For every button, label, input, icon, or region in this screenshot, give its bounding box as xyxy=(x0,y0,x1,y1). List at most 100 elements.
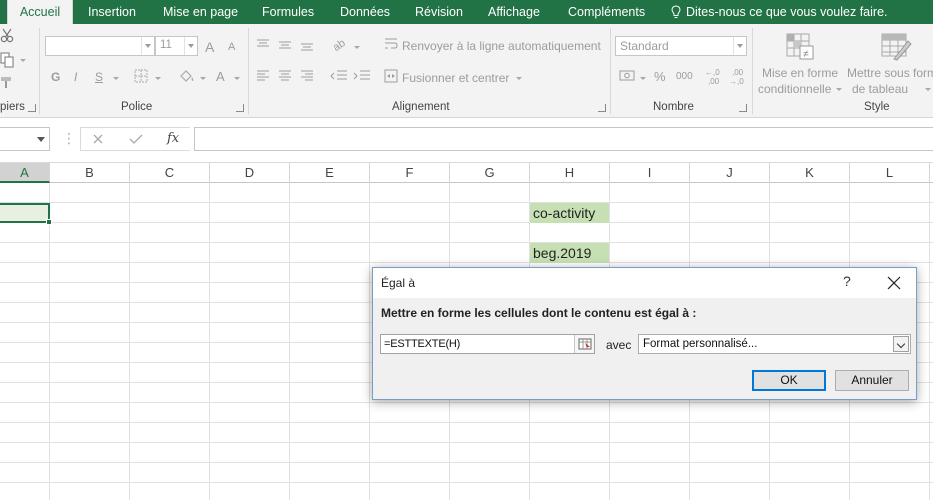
font-color-dropdown-icon[interactable] xyxy=(234,77,240,80)
wrap-text-icon[interactable] xyxy=(384,37,398,51)
fill-color-icon[interactable] xyxy=(178,68,196,84)
tab-complements[interactable]: Compléments xyxy=(568,0,645,24)
column-header-c[interactable]: C xyxy=(130,163,210,183)
decrease-decimal-icon[interactable]: ,00 →,0 xyxy=(729,67,749,85)
enter-icon[interactable] xyxy=(129,133,143,145)
column-header-j[interactable]: J xyxy=(690,163,770,183)
copy-dropdown-icon[interactable] xyxy=(20,59,26,62)
insert-function-icon[interactable]: fx xyxy=(167,131,179,146)
conditional-formatting-label-2[interactable]: conditionnelle xyxy=(758,82,831,96)
tell-me-text: Dites-nous ce que vous voulez faire. xyxy=(686,5,888,19)
active-cell[interactable] xyxy=(0,203,50,223)
number-format-combo[interactable]: Standard xyxy=(615,36,747,56)
font-size-combo[interactable]: 11 xyxy=(155,36,198,56)
wrap-text-button[interactable]: Renvoyer à la ligne automatiquement xyxy=(402,39,601,53)
dialog-titlebar[interactable]: Égal à ? xyxy=(373,268,916,298)
number-format-value: Standard xyxy=(620,39,669,53)
lightbulb-icon xyxy=(671,5,681,18)
styles-group-label: Style xyxy=(864,101,890,113)
equal-to-dialog: Égal à ? Mettre en forme les cellules do… xyxy=(372,267,917,400)
column-header-i[interactable]: I xyxy=(610,163,690,183)
bold-button[interactable]: G xyxy=(51,70,60,84)
format-select[interactable]: Format personnalisé... xyxy=(638,334,911,354)
cut-icon[interactable] xyxy=(0,28,16,44)
formula-input[interactable] xyxy=(194,127,933,151)
column-header-a[interactable]: A xyxy=(0,163,50,183)
column-header-g[interactable]: G xyxy=(450,163,530,183)
resize-handle[interactable]: ⋮ xyxy=(62,130,76,146)
tab-formules[interactable]: Formules xyxy=(262,0,314,24)
percent-button[interactable]: % xyxy=(654,69,666,84)
underline-dropdown-icon[interactable] xyxy=(113,77,119,80)
close-icon[interactable] xyxy=(885,274,903,292)
merge-center-icon[interactable] xyxy=(384,69,398,83)
orientation-icon[interactable]: ab xyxy=(330,36,350,52)
tab-revision[interactable]: Révision xyxy=(415,0,463,24)
value-input[interactable]: =ESTTEXTE(H) xyxy=(380,334,595,354)
font-color-icon[interactable]: A xyxy=(216,69,225,84)
format-painter-icon[interactable] xyxy=(0,76,16,90)
borders-icon[interactable] xyxy=(134,69,150,83)
help-button[interactable]: ? xyxy=(843,273,851,289)
range-selector-button[interactable] xyxy=(574,335,594,353)
fill-color-dropdown-icon[interactable] xyxy=(200,77,206,80)
font-dialog-launcher[interactable] xyxy=(236,104,244,112)
underline-button[interactable]: S xyxy=(95,70,103,84)
accounting-format-icon[interactable] xyxy=(619,68,637,84)
tell-me-search[interactable]: Dites-nous ce que vous voulez faire. xyxy=(671,0,888,24)
column-header-l[interactable]: L xyxy=(850,163,930,183)
thousands-separator-button[interactable]: 000 xyxy=(676,71,693,82)
clipboard-dialog-launcher[interactable] xyxy=(28,104,36,112)
column-header-d[interactable]: D xyxy=(210,163,290,183)
format-as-table-icon[interactable] xyxy=(880,32,912,62)
tab-insertion[interactable]: Insertion xyxy=(88,0,136,24)
conditional-formatting-dropdown-icon[interactable] xyxy=(836,88,842,91)
column-header-h[interactable]: H xyxy=(530,163,610,183)
format-as-table-dropdown-icon[interactable] xyxy=(925,88,931,91)
name-box[interactable] xyxy=(0,127,50,151)
tab-accueil[interactable]: Accueil xyxy=(7,0,73,24)
horizontal-align-icons[interactable] xyxy=(256,69,320,83)
column-header-f[interactable]: F xyxy=(370,163,450,183)
value-input-text: =ESTTEXTE(H) xyxy=(384,338,461,350)
alignment-dialog-launcher[interactable] xyxy=(598,104,606,112)
italic-button[interactable]: I xyxy=(74,70,77,84)
column-header-k[interactable]: K xyxy=(770,163,850,183)
ribbon: piers 11 A A G I S A Police ab Renvoyer … xyxy=(0,24,933,118)
orientation-dropdown-icon[interactable] xyxy=(354,46,360,49)
format-as-table-label-2[interactable]: de tableau xyxy=(852,82,908,96)
cancel-button[interactable]: Annuler xyxy=(835,370,909,391)
chevron-down-icon xyxy=(141,37,154,55)
increase-decimal-icon[interactable]: ←,0 ,00 xyxy=(705,67,725,85)
format-as-table-label-1[interactable]: Mettre sous form xyxy=(847,66,933,80)
vertical-align-icons[interactable] xyxy=(256,38,320,52)
conditional-formatting-label-1[interactable]: Mise en forme xyxy=(762,66,838,80)
indent-icons[interactable] xyxy=(330,69,372,83)
cell-h2[interactable]: co-activity xyxy=(530,203,609,223)
fill-handle[interactable] xyxy=(46,219,52,225)
borders-dropdown-icon[interactable] xyxy=(155,77,161,80)
grow-font-icon[interactable]: A xyxy=(205,39,214,55)
formula-bar: ⋮ fx xyxy=(0,118,933,163)
column-header-b[interactable]: B xyxy=(50,163,130,183)
tab-affichage[interactable]: Affichage xyxy=(488,0,540,24)
shrink-font-icon[interactable]: A xyxy=(228,41,235,53)
tab-donnees[interactable]: Données xyxy=(340,0,390,24)
svg-text:,00: ,00 xyxy=(732,68,744,77)
ok-button[interactable]: OK xyxy=(752,370,826,391)
copy-icon[interactable] xyxy=(0,52,16,68)
merge-center-button[interactable]: Fusionner et centrer xyxy=(402,71,509,85)
cancel-icon[interactable] xyxy=(92,133,104,145)
font-group-label: Police xyxy=(121,101,153,113)
merge-center-dropdown-icon[interactable] xyxy=(516,77,522,80)
font-size-value: 11 xyxy=(160,39,172,51)
conditional-formatting-icon[interactable]: ≠ xyxy=(785,32,815,62)
with-label: avec xyxy=(606,338,632,352)
tab-mise-en-page[interactable]: Mise en page xyxy=(163,0,238,24)
svg-text:→,0: →,0 xyxy=(729,77,744,85)
number-dialog-launcher[interactable] xyxy=(739,104,747,112)
font-name-combo[interactable] xyxy=(45,36,155,56)
accounting-dropdown-icon[interactable] xyxy=(640,77,646,80)
cell-h4[interactable]: beg.2019 xyxy=(530,243,609,263)
column-header-e[interactable]: E xyxy=(290,163,370,183)
